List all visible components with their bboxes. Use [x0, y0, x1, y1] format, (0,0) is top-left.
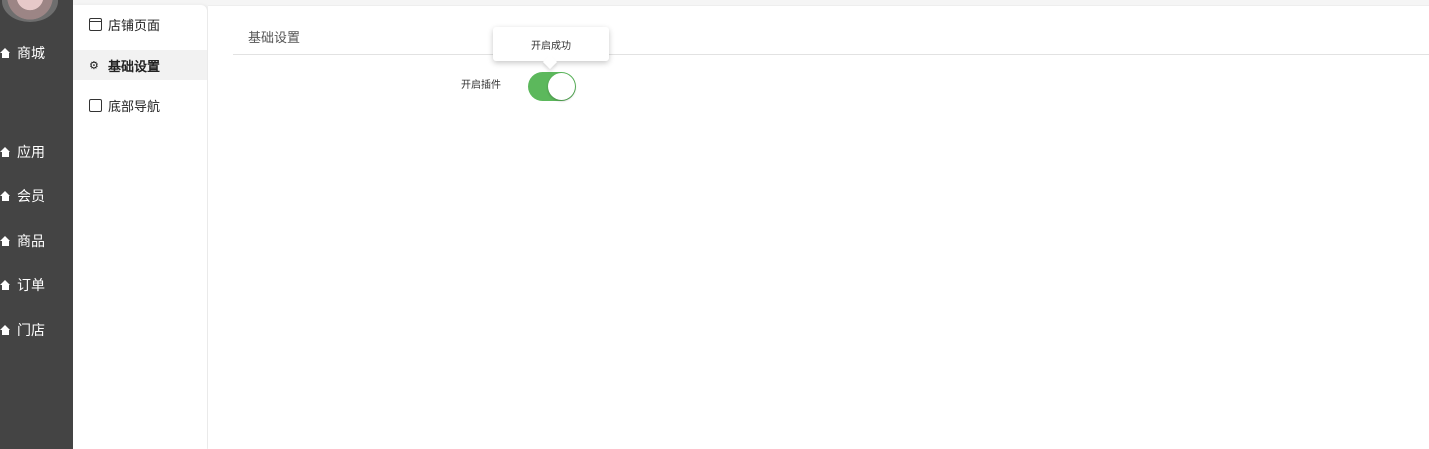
app-root: 商城 应用 会员 商品 订单 门店 店铺页面 ⚙ 基础设置 ... 底部导航 基…	[0, 0, 1429, 449]
nav-item-label: 应用	[17, 145, 45, 161]
toggle-knob	[548, 73, 575, 100]
home-icon	[0, 191, 12, 201]
nav-item-orders[interactable]: 订单	[0, 273, 73, 297]
subnav-item-label: 基础设置	[108, 59, 161, 75]
nav-item-apps[interactable]: 应用	[0, 140, 73, 164]
home-icon	[0, 325, 12, 335]
home-icon	[0, 147, 12, 157]
subnav-item-bottom-nav[interactable]: 底部导航	[73, 90, 207, 120]
home-icon	[0, 280, 12, 290]
nav-item-label: 订单	[17, 278, 45, 294]
main-content: 基础设置 开启插件 开启成功	[208, 5, 1429, 449]
nav-item-label: 会员	[17, 189, 45, 205]
avatar[interactable]	[2, 0, 58, 22]
nav-item-stores[interactable]: 门店	[0, 318, 73, 342]
main-sidebar: 商城 应用 会员 商品 订单 门店	[0, 0, 73, 449]
tooltip-text: 开启成功	[531, 40, 571, 52]
subnav-item-basic-settings[interactable]: ⚙ 基础设置	[73, 50, 207, 80]
nav-item-members[interactable]: 会员	[0, 184, 73, 208]
window-icon	[89, 17, 102, 31]
enable-plugin-label: 开启插件	[461, 80, 501, 91]
home-icon	[0, 48, 12, 58]
success-tooltip: 开启成功	[493, 27, 609, 61]
divider	[208, 5, 1429, 6]
tablet-icon	[89, 98, 102, 114]
subnav-item-label: 底部导航	[108, 99, 161, 115]
subnav-item-store-pages[interactable]: 店铺页面	[73, 9, 207, 39]
gears-icon: ⚙	[89, 58, 99, 72]
enable-plugin-toggle[interactable]	[528, 72, 576, 101]
nav-item-label: 商城	[17, 46, 45, 62]
nav-item-label: 门店	[17, 323, 45, 339]
nav-item-label: 商品	[17, 234, 45, 250]
nav-item-mall[interactable]: 商城	[0, 41, 73, 65]
tab-basic-settings[interactable]: 基础设置	[248, 27, 300, 46]
home-icon	[0, 236, 12, 246]
tab-bar: 基础设置	[233, 17, 1429, 55]
nav-item-products[interactable]: 商品	[0, 229, 73, 253]
subnav-item-label: 店铺页面	[108, 18, 161, 34]
secondary-sidebar: 店铺页面 ⚙ 基础设置 底部导航	[73, 5, 207, 449]
